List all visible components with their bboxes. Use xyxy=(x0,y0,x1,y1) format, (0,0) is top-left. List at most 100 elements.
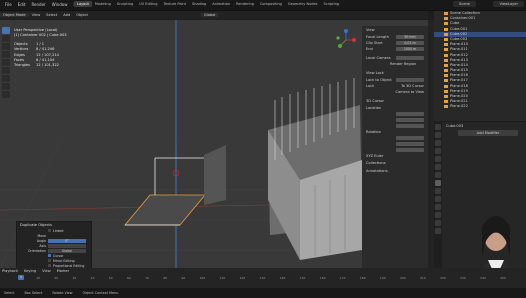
tab-animation[interactable]: Animation xyxy=(209,1,233,7)
focal-length-field[interactable]: 50 mm xyxy=(396,35,424,39)
add-cube-tool-icon[interactable] xyxy=(2,91,10,98)
constraints-tab-icon[interactable] xyxy=(435,204,441,210)
linked-checkbox[interactable] xyxy=(48,229,51,232)
to-3d-cursor-checkbox[interactable]: To 3D Cursor xyxy=(401,84,424,88)
mirror-editing-checkbox[interactable] xyxy=(48,259,51,262)
annotate-tool-icon[interactable] xyxy=(2,75,10,82)
tab-shading[interactable]: Shading xyxy=(189,1,209,7)
orientation-field[interactable]: Global xyxy=(48,248,86,253)
transform-orientation[interactable]: Global xyxy=(200,13,219,17)
object-tab-icon[interactable] xyxy=(435,172,441,178)
keying-menu[interactable]: Keying xyxy=(24,269,36,273)
transform-tool-icon[interactable] xyxy=(2,67,10,74)
navigation-gizmo[interactable] xyxy=(334,28,358,52)
rotate-tool-icon[interactable] xyxy=(2,51,10,58)
top-bar: File Edit Render Window Help Layout Mode… xyxy=(0,0,526,11)
view-lock-section[interactable]: View Lock xyxy=(362,69,428,77)
mesh-object-icon xyxy=(444,32,448,36)
data-tab-icon[interactable] xyxy=(435,212,441,218)
render-tab-icon[interactable] xyxy=(435,132,441,138)
status-rotate-view: Rotate View xyxy=(52,291,73,295)
cursor-x-field[interactable] xyxy=(396,112,424,116)
tab-modeling[interactable]: Modeling xyxy=(92,1,114,7)
rotation-x-field[interactable] xyxy=(396,136,424,140)
timeline: Playback Keying View Marker 010203040506… xyxy=(0,268,526,288)
outliner-item-label: Plane.012 xyxy=(450,52,468,57)
outliner-item-label: Plane.020 xyxy=(450,94,468,98)
rotation-y-field[interactable] xyxy=(396,142,424,146)
move-tool-icon[interactable] xyxy=(2,43,10,50)
3d-cursor-section[interactable]: 3D Cursor xyxy=(362,97,428,105)
tab-geometry-nodes[interactable]: Geometry Nodes xyxy=(285,1,321,7)
tool-tab-icon[interactable] xyxy=(435,124,441,130)
tab-texture-paint[interactable]: Texture Paint xyxy=(160,1,189,7)
scale-tool-icon[interactable] xyxy=(2,59,10,66)
tool-shelf xyxy=(2,27,10,99)
status-box-select: Box Select xyxy=(24,291,43,295)
tab-uv-editing[interactable]: UV Editing xyxy=(136,1,160,7)
frame-tick-label: 230 xyxy=(460,276,466,280)
physics-tab-icon[interactable] xyxy=(435,196,441,202)
axis-field[interactable] xyxy=(48,243,86,248)
mesh-object-icon xyxy=(444,27,448,31)
active-object-name: Cube.003 xyxy=(446,124,464,128)
view-layer-selector[interactable]: ViewLayer xyxy=(493,1,524,7)
tab-scripting[interactable]: Scripting xyxy=(320,1,342,7)
material-tab-icon[interactable] xyxy=(435,220,441,226)
tab-sculpting[interactable]: Sculpting xyxy=(114,1,136,7)
local-camera-field[interactable] xyxy=(396,56,424,60)
menu-add[interactable]: Add xyxy=(60,13,73,17)
clip-end-field[interactable]: 1000 m xyxy=(396,47,424,51)
mesh-object-icon xyxy=(444,74,448,78)
angle-field[interactable]: 0° xyxy=(48,238,86,243)
current-frame-indicator[interactable]: 1 xyxy=(18,275,24,280)
add-modifier-button[interactable]: Add Modifier xyxy=(458,130,518,136)
collections-section[interactable]: Collections xyxy=(362,159,428,167)
proportional-editing-checkbox[interactable] xyxy=(48,264,51,267)
menu-select[interactable]: Select xyxy=(43,13,60,17)
tab-compositing[interactable]: Compositing xyxy=(257,1,285,7)
marker-menu[interactable]: Marker xyxy=(57,269,69,273)
camera-to-view-checkbox[interactable]: Camera to View xyxy=(395,90,424,94)
tab-rendering[interactable]: Rendering xyxy=(233,1,257,7)
clip-start-field[interactable]: 0.01 m xyxy=(396,41,424,45)
menu-window[interactable]: Window xyxy=(49,2,71,7)
view-menu[interactable]: View xyxy=(42,269,51,273)
rotation-mode-selector[interactable]: XYZ Euler xyxy=(366,154,384,158)
scene-tab-icon[interactable] xyxy=(435,156,441,162)
menu-view[interactable]: View xyxy=(29,13,44,17)
frame-ruler[interactable]: 0102030405060708090100110120130140150160… xyxy=(0,276,526,280)
menu-file[interactable]: File xyxy=(2,2,15,7)
select-tool-icon[interactable] xyxy=(2,27,10,34)
view-section-header[interactable]: View xyxy=(362,26,428,34)
world-tab-icon[interactable] xyxy=(435,164,441,170)
cursor-z-field[interactable] xyxy=(396,124,424,128)
tab-layout[interactable]: Layout xyxy=(74,1,92,7)
view-layer-tab-icon[interactable] xyxy=(435,148,441,154)
texture-tab-icon[interactable] xyxy=(435,228,441,234)
cursor-tool-icon[interactable] xyxy=(2,35,10,42)
frame-tick-label: 120 xyxy=(239,276,246,280)
measure-tool-icon[interactable] xyxy=(2,83,10,90)
particles-tab-icon[interactable] xyxy=(435,188,441,194)
output-tab-icon[interactable] xyxy=(435,140,441,146)
modifier-tab-icon[interactable] xyxy=(435,180,441,186)
lock-to-object-field[interactable] xyxy=(396,78,424,82)
frame-tick-label: 250 xyxy=(500,276,506,280)
render-region-checkbox[interactable]: Render Region xyxy=(390,62,416,66)
mode-selector[interactable]: Object Mode xyxy=(0,13,29,17)
outliner-item[interactable]: Plane.022 xyxy=(434,104,526,109)
playback-menu[interactable]: Playback xyxy=(2,269,18,273)
mesh-object-icon xyxy=(444,79,448,83)
frame-tick-label: 60 xyxy=(126,276,131,280)
pivot-checkbox[interactable] xyxy=(48,254,51,257)
annotations-section[interactable]: Annotations xyxy=(362,167,428,175)
scene-selector[interactable]: Scene xyxy=(453,1,476,7)
menu-object[interactable]: Object xyxy=(73,13,91,17)
rotation-z-field[interactable] xyxy=(396,148,424,152)
mesh-object-icon xyxy=(444,43,448,47)
mesh-object-icon xyxy=(444,22,448,26)
cursor-y-field[interactable] xyxy=(396,118,424,122)
menu-render[interactable]: Render xyxy=(28,2,48,7)
menu-edit[interactable]: Edit xyxy=(15,2,29,7)
